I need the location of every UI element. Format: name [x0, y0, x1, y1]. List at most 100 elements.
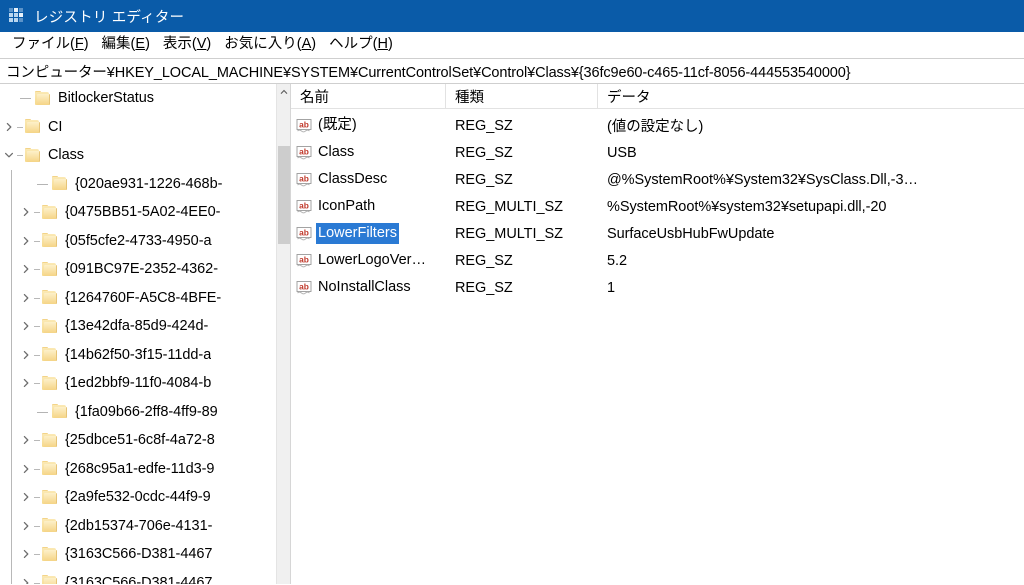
chevron-right-icon[interactable]: [17, 426, 34, 455]
registry-value-row[interactable]: ab NoInstallClass REG_SZ 1: [291, 274, 1024, 301]
value-name-cell[interactable]: ab (既定): [291, 115, 446, 136]
value-name-cell[interactable]: ab LowerLogoVer…: [291, 250, 446, 271]
menu-file[interactable]: ファイル(F): [6, 35, 96, 55]
value-data-cell: 5.2: [598, 253, 1024, 269]
column-header-type[interactable]: 種類: [446, 84, 598, 108]
registry-value-row[interactable]: ab IconPath REG_MULTI_SZ %SystemRoot%¥syste…: [291, 193, 1024, 220]
value-type-cell: REG_SZ: [446, 172, 598, 188]
registry-value-row[interactable]: ab Class REG_SZ USB: [291, 139, 1024, 166]
svg-text:ab: ab: [299, 119, 309, 129]
registry-key-tree[interactable]: BitlockerStatus CI Class {020ae931-1226-468…: [0, 84, 276, 585]
menu-edit-tail: ): [145, 36, 150, 53]
tree-item[interactable]: {25dbce51-6c8f-4a72-8: [0, 426, 276, 455]
chevron-right-icon[interactable]: [17, 312, 34, 341]
chevron-right-icon[interactable]: [0, 113, 17, 142]
tree-item[interactable]: {13e42dfa-85d9-424d-: [0, 312, 276, 341]
value-type-cell: REG_MULTI_SZ: [446, 226, 598, 242]
menu-bar: ファイル(F) 編集(E) 表示(V) お気に入り(A) ヘルプ(H): [0, 32, 1024, 58]
value-data-text: %SystemRoot%¥system32¥setupapi.dll,-20: [607, 198, 887, 215]
chevron-right-icon[interactable]: [17, 255, 34, 284]
tree-item-label: BitlockerStatus: [58, 90, 154, 107]
tree-item[interactable]: {020ae931-1226-468b-: [0, 169, 276, 199]
tree-item[interactable]: CI: [0, 113, 276, 142]
value-name-cell[interactable]: ab ClassDesc: [291, 169, 446, 190]
svg-text:ab: ab: [299, 227, 309, 237]
value-name-cell[interactable]: ab IconPath: [291, 196, 446, 217]
tree-guide-line: [34, 198, 41, 227]
chevron-right-icon[interactable]: [17, 198, 34, 227]
window-title: レジストリ エディター: [34, 9, 185, 26]
tree-item[interactable]: {3163C566-D381-4467: [0, 568, 276, 585]
tree-guide-line: [34, 569, 41, 585]
registry-value-row[interactable]: ab ClassDesc REG_SZ @%SystemRoot%¥System32¥…: [291, 166, 1024, 193]
tree-item-label: {2a9fe532-0cdc-44f9-9: [65, 489, 211, 506]
tree-item-label: {020ae931-1226-468b-: [75, 175, 223, 192]
list-column-headers: 名前 種類 データ: [291, 84, 1024, 109]
registry-values-list[interactable]: ab (既定) REG_SZ (値の設定なし) ab Class REG_SZ USB ab Cl…: [291, 109, 1024, 585]
tree-item[interactable]: {091BC97E-2352-4362-: [0, 255, 276, 284]
registry-value-row[interactable]: ab LowerFilters REG_MULTI_SZ SurfaceUsbHubF…: [291, 220, 1024, 247]
tree-item[interactable]: BitlockerStatus: [0, 84, 276, 113]
chevron-down-icon[interactable]: [0, 141, 17, 170]
value-name-cell[interactable]: ab NoInstallClass: [291, 277, 446, 298]
address-bar[interactable]: コンピューター¥HKEY_LOCAL_MACHINE¥SYSTEM¥Curren…: [0, 58, 1024, 84]
tree-item[interactable]: {1ed2bbf9-11f0-4084-b: [0, 369, 276, 398]
tree-item[interactable]: {1264760F-A5C8-4BFE-: [0, 283, 276, 313]
tree-item[interactable]: {2db15374-706e-4131-: [0, 511, 276, 541]
tree-item[interactable]: {2a9fe532-0cdc-44f9-9: [0, 483, 276, 512]
menu-edit[interactable]: 編集(E): [96, 35, 157, 55]
tree-guide-line: [34, 284, 41, 313]
chevron-right-icon[interactable]: [17, 512, 34, 541]
value-name: NoInstallClass: [318, 278, 411, 295]
folder-icon: [51, 404, 68, 419]
chevron-right-icon[interactable]: [17, 569, 34, 585]
tree-item[interactable]: Class: [0, 141, 276, 170]
string-value-icon: ab: [296, 226, 313, 242]
tree-indent-spacer: [0, 283, 17, 312]
value-name-cell[interactable]: ab LowerFilters: [291, 222, 446, 245]
chevron-right-icon[interactable]: [17, 540, 34, 569]
tree-item[interactable]: {0475BB51-5A02-4EE0-: [0, 198, 276, 227]
tree-indent-spacer: [0, 226, 17, 255]
value-data-cell: SurfaceUsbHubFwUpdate: [598, 226, 1024, 242]
menu-view-accel: V: [196, 36, 207, 53]
chevron-right-icon[interactable]: [17, 483, 34, 512]
value-type-cell: REG_SZ: [446, 118, 598, 134]
column-header-name[interactable]: 名前: [291, 84, 446, 108]
value-name: (既定): [318, 116, 357, 133]
tree-vertical-scrollbar[interactable]: [276, 84, 290, 585]
value-name-cell[interactable]: ab Class: [291, 142, 446, 163]
chevron-right-icon[interactable]: [17, 341, 34, 370]
tree-item[interactable]: {268c95a1-edfe-11d3-9: [0, 454, 276, 484]
menu-help[interactable]: ヘルプ(H): [323, 35, 400, 55]
tree-item-label: {1264760F-A5C8-4BFE-: [65, 289, 222, 306]
folder-icon: [51, 176, 68, 191]
tree-item[interactable]: {1fa09b66-2ff8-4ff9-89: [0, 397, 276, 426]
tree-item[interactable]: {05f5cfe2-4733-4950-a: [0, 226, 276, 256]
scroll-up-button[interactable]: [277, 84, 290, 100]
tree-item[interactable]: {14b62f50-3f15-11dd-a: [0, 340, 276, 370]
column-header-data[interactable]: データ: [598, 84, 1024, 108]
registry-editor-window: レジストリ エディター ファイル(F) 編集(E) 表示(V) お気に入り(A)…: [0, 0, 1024, 585]
tree-item-label: {13e42dfa-85d9-424d-: [65, 318, 209, 335]
tree-item[interactable]: {3163C566-D381-4467: [0, 540, 276, 569]
chevron-right-icon[interactable]: [17, 284, 34, 313]
tree-guide-line: [34, 170, 51, 199]
scroll-thumb[interactable]: [278, 146, 290, 244]
menu-favorites[interactable]: お気に入り(A): [218, 35, 323, 55]
value-type-text: REG_SZ: [455, 279, 513, 296]
value-name: LowerLogoVer…: [318, 251, 427, 268]
registry-value-row[interactable]: ab LowerLogoVer… REG_SZ 5.2: [291, 247, 1024, 274]
menu-view-text: 表示(: [162, 36, 197, 53]
tree-indent-spacer: [0, 483, 17, 512]
chevron-right-icon[interactable]: [17, 455, 34, 484]
menu-view[interactable]: 表示(V): [157, 35, 218, 55]
registry-values-pane: 名前 種類 データ ab (既定) REG_SZ (値の設定なし) ab Class REG…: [291, 84, 1024, 585]
registry-value-row[interactable]: ab (既定) REG_SZ (値の設定なし): [291, 112, 1024, 139]
menu-edit-accel: E: [135, 36, 146, 53]
svg-text:ab: ab: [299, 200, 309, 210]
chevron-right-icon[interactable]: [17, 227, 34, 256]
chevron-right-icon[interactable]: [17, 369, 34, 398]
folder-icon: [41, 546, 58, 562]
tree-guide-line: [34, 512, 41, 541]
